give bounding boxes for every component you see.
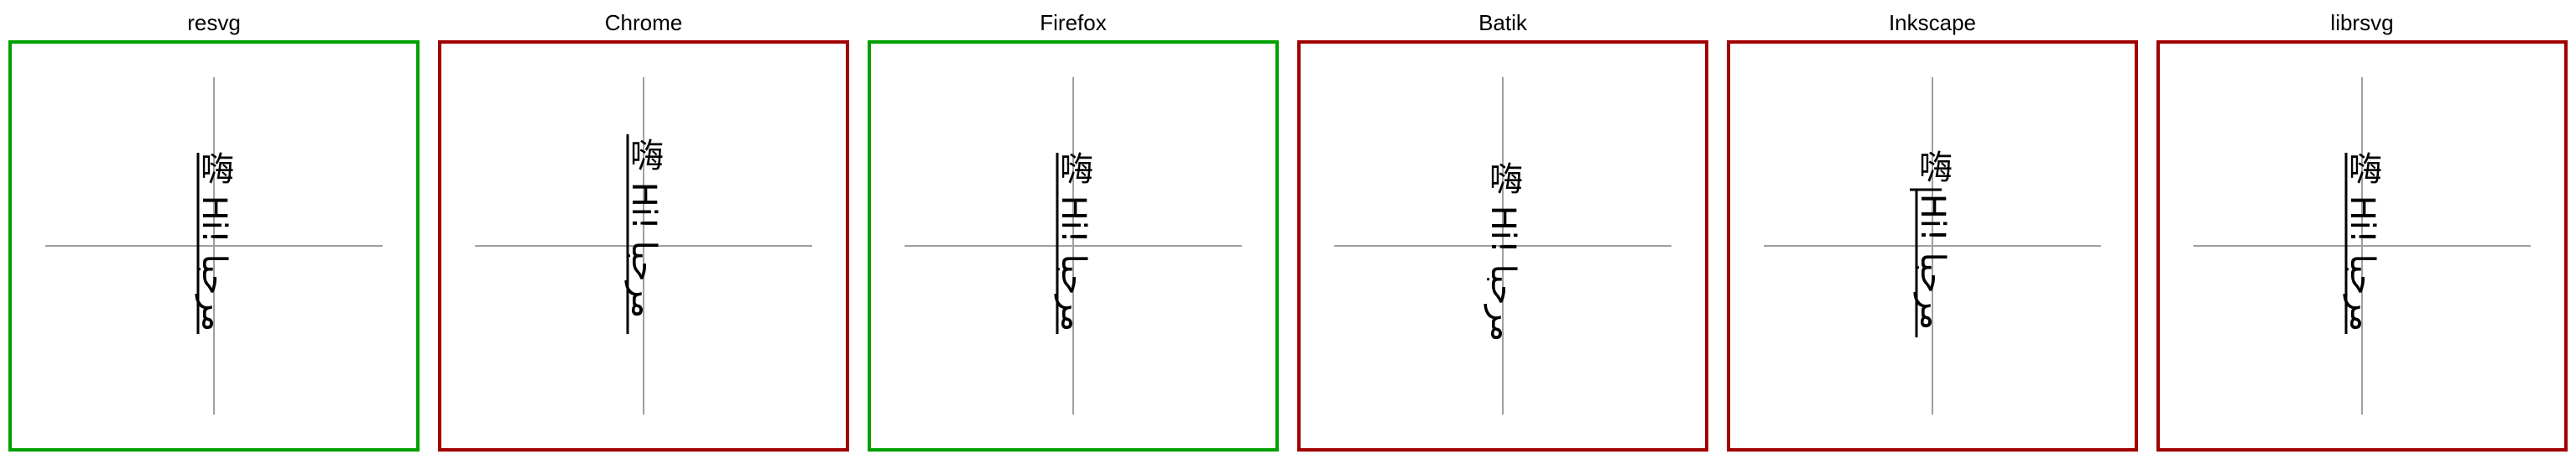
renderer-cell-batik: Batik 嗨 Hi! مرحبا — [1289, 0, 1717, 470]
renderer-cell-librsvg: librsvg 嗨 Hi! مرحبا — [2148, 0, 2576, 470]
render-output: 嗨 Hi! مرحبا — [1730, 44, 2135, 448]
render-frame: 嗨 Hi! مرحبا — [438, 40, 849, 452]
vertical-text-sample: 嗨 Hi! مرحبا — [1484, 161, 1522, 342]
vertical-text-sample: 嗨 Hi! مرحبا — [2343, 151, 2381, 332]
vertical-text-sample: 嗨 Hi! مرحبا — [1913, 149, 1952, 331]
render-frame: 嗨 Hi! مرحبا — [1297, 40, 1708, 452]
render-output: 嗨 Hi! مرحبا — [12, 44, 416, 448]
renderer-cell-chrome: Chrome 嗨 Hi! مرحبا — [430, 0, 858, 470]
comparison-grid: resvg 嗨 Hi! مرحبا Chrome 嗨 Hi! مرحبا Fir… — [0, 0, 2576, 470]
render-frame: 嗨 Hi! مرحبا — [1727, 40, 2138, 452]
render-output: 嗨 Hi! مرحبا — [441, 44, 846, 448]
renderer-title: librsvg — [2330, 10, 2394, 35]
render-output: 嗨 Hi! مرحبا — [2160, 44, 2564, 448]
render-output: 嗨 Hi! مرحبا — [1301, 44, 1705, 448]
renderer-title: Inkscape — [1888, 10, 1977, 35]
renderer-cell-resvg: resvg 嗨 Hi! مرحبا — [0, 0, 428, 470]
render-frame: 嗨 Hi! مرحبا — [8, 40, 420, 452]
renderer-title: Batik — [1478, 10, 1527, 35]
renderer-title: Firefox — [1040, 10, 1107, 35]
vertical-text-sample: 嗨 Hi! مرحبا — [1054, 151, 1092, 332]
renderer-cell-inkscape: Inkscape 嗨 Hi! مرحبا — [1718, 0, 2146, 470]
renderer-title: Chrome — [604, 10, 683, 35]
vertical-text-sample: 嗨 Hi! مرحبا — [624, 138, 663, 319]
render-frame: 嗨 Hi! مرحبا — [2156, 40, 2568, 452]
renderer-title: resvg — [187, 10, 241, 35]
vertical-text-sample: 嗨 Hi! مرحبا — [195, 151, 233, 332]
render-frame: 嗨 Hi! مرحبا — [868, 40, 1279, 452]
render-output: 嗨 Hi! مرحبا — [871, 44, 1275, 448]
renderer-cell-firefox: Firefox 嗨 Hi! مرحبا — [859, 0, 1287, 470]
